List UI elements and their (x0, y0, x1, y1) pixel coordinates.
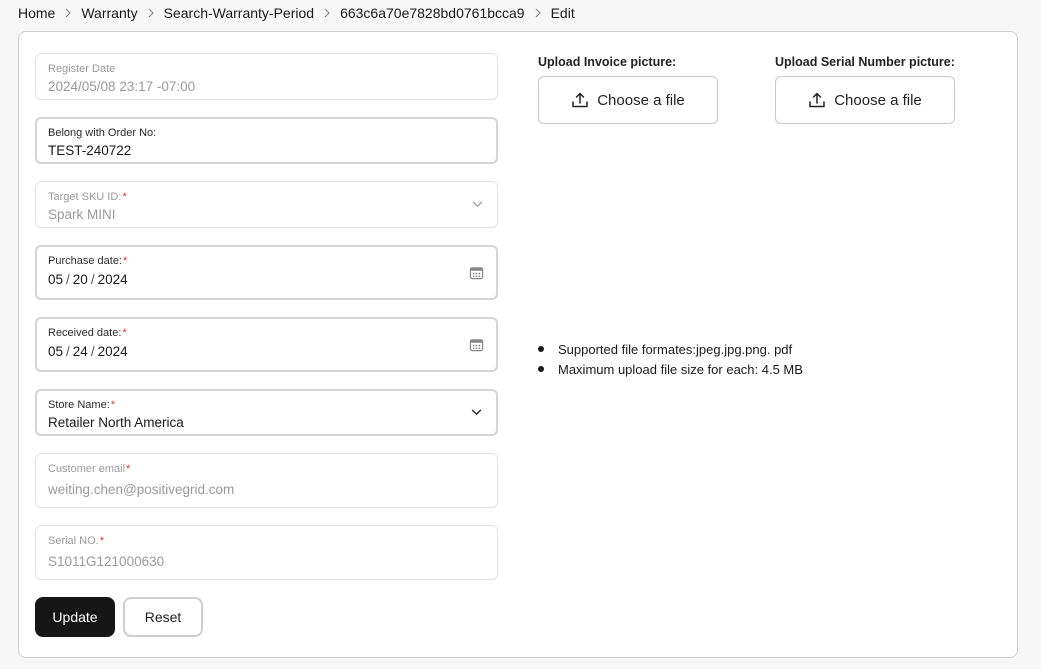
chevron-right-icon (534, 8, 542, 18)
purchase-date-field[interactable]: Purchase date:* 05/ 20/ 2024 (35, 245, 498, 300)
received-date-input[interactable]: 05/ 24/ 2024 (48, 344, 485, 359)
serial-no-label: Serial NO.* (48, 535, 105, 547)
required-mark: * (122, 327, 127, 339)
upload-icon (809, 92, 825, 108)
upload-icon (572, 92, 588, 108)
register-date-value: 2024/05/08 23:17 -07:00 (48, 79, 196, 94)
breadcrumb-warranty[interactable]: Warranty (81, 5, 137, 21)
list-item: Supported file formates:jpeg.jpg.png. pd… (538, 339, 803, 359)
store-name-label: Store Name:* (48, 399, 116, 411)
breadcrumb: Home Warranty Search-Warranty-Period 663… (18, 4, 575, 22)
store-name-select[interactable]: Store Name:* Retailer North America (35, 389, 498, 436)
purchase-date-label: Purchase date:* (48, 255, 128, 267)
upload-invoice-label: Upload Invoice picture: (538, 55, 677, 69)
required-mark: * (122, 191, 127, 203)
required-mark: * (110, 399, 116, 411)
serial-no-value: S1011G121000630 (48, 554, 165, 569)
breadcrumb-record-id[interactable]: 663c6a70e7828bd0761bcca9 (340, 5, 525, 21)
received-date-label: Received date:* (48, 327, 127, 339)
upload-notes: Supported file formates:jpeg.jpg.png. pd… (538, 339, 803, 379)
received-date-month[interactable]: 05 (48, 344, 63, 359)
purchase-date-year[interactable]: 2024 (98, 272, 128, 287)
serial-no-field: Serial NO.* S1011G121000630 (35, 525, 498, 580)
purchase-date-month[interactable]: 05 (48, 272, 63, 287)
upload-serial-button-label: Choose a file (834, 91, 922, 109)
chevron-right-icon (323, 8, 331, 18)
register-date-label: Register Date (48, 63, 116, 75)
upload-serial-label: Upload Serial Number picture: (775, 55, 955, 69)
purchase-date-day[interactable]: 20 (73, 272, 88, 287)
received-date-field[interactable]: Received date:* 05/ 24/ 2024 (35, 317, 498, 372)
register-date-field: Register Date 2024/05/08 23:17 -07:00 (35, 53, 498, 100)
purchase-date-input[interactable]: 05/ 20/ 2024 (48, 272, 485, 287)
required-mark: * (99, 535, 105, 547)
order-no-label: Belong with Order No: (48, 127, 157, 139)
required-mark: * (123, 255, 128, 267)
chevron-down-icon[interactable] (468, 405, 484, 421)
customer-email-label: Customer email* (48, 463, 131, 475)
required-mark: * (126, 463, 131, 475)
target-sku-select: Target SKU ID:* Spark MINI (35, 181, 498, 228)
target-sku-label: Target SKU ID:* (48, 191, 127, 203)
target-sku-value: Spark MINI (48, 207, 116, 222)
upload-invoice-button[interactable]: Choose a file (538, 76, 718, 124)
store-name-value[interactable]: Retailer North America (48, 414, 485, 432)
chevron-right-icon (147, 8, 155, 18)
customer-email-field: Customer email* weiting.chen@positivegri… (35, 453, 498, 508)
reset-button[interactable]: Reset (123, 597, 203, 637)
update-button[interactable]: Update (35, 597, 115, 637)
received-date-year[interactable]: 2024 (98, 344, 128, 359)
breadcrumb-edit: Edit (550, 5, 575, 21)
upload-serial-button[interactable]: Choose a file (775, 76, 955, 124)
breadcrumb-home[interactable]: Home (18, 5, 55, 21)
breadcrumb-search-warranty-period[interactable]: Search-Warranty-Period (164, 5, 314, 21)
upload-invoice-button-label: Choose a file (597, 91, 685, 109)
chevron-down-icon (469, 197, 485, 213)
chevron-right-icon (64, 8, 72, 18)
order-no-field[interactable]: Belong with Order No: (35, 117, 498, 164)
calendar-icon[interactable] (468, 337, 484, 353)
customer-email-value: weiting.chen@positivegrid.com (48, 482, 235, 497)
edit-warranty-card: Register Date 2024/05/08 23:17 -07:00 Be… (18, 31, 1018, 658)
received-date-day[interactable]: 24 (73, 344, 88, 359)
order-no-input[interactable] (48, 142, 485, 160)
list-item: Maximum upload file size for each: 4.5 M… (538, 359, 803, 379)
calendar-icon[interactable] (468, 265, 484, 281)
